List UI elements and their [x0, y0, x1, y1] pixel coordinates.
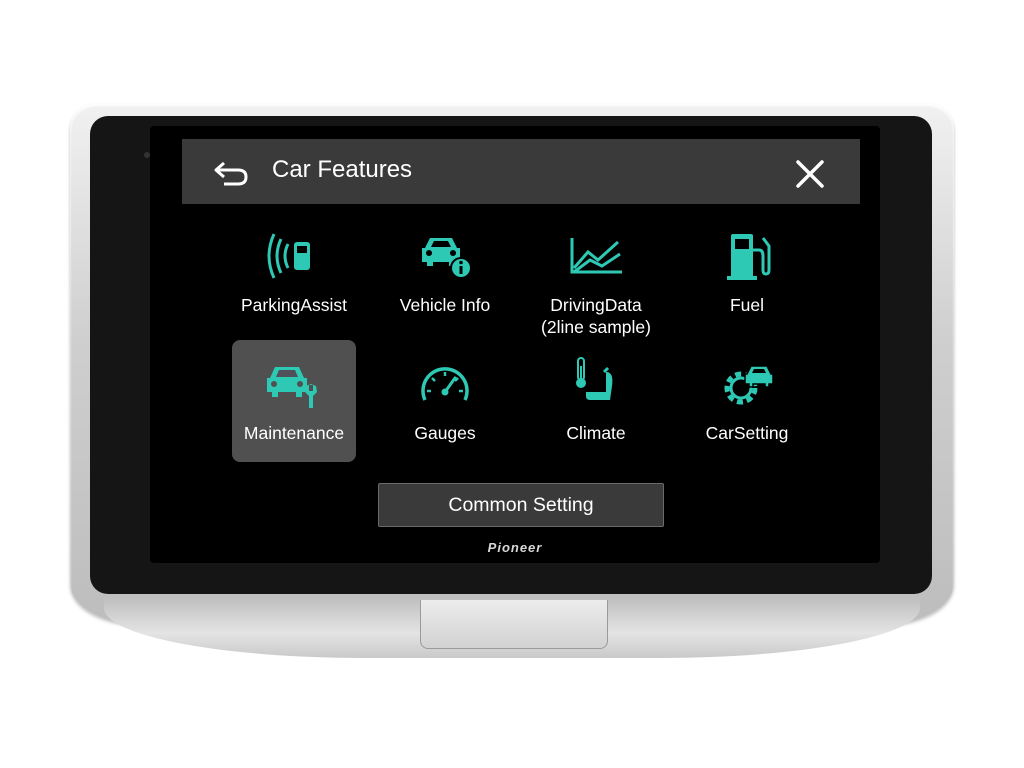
touch-screen: Car Features ParkingAssist Vehicle Info [150, 126, 880, 563]
tile-car-setting[interactable]: CarSetting [685, 340, 809, 462]
car-setting-icon [724, 365, 774, 405]
header-bar: Car Features [182, 139, 860, 204]
tile-gauges[interactable]: Gauges [383, 340, 507, 462]
tile-label-line2: (2line sample) [541, 317, 651, 337]
tile-label: Vehicle Info [399, 295, 491, 315]
parking-assist-icon [267, 233, 310, 279]
tile-vehicle-info[interactable]: Vehicle Info [383, 212, 507, 334]
fuel-pump-icon [727, 234, 771, 280]
tile-label-line1: DrivingData [550, 295, 642, 315]
close-icon[interactable] [792, 157, 828, 191]
maintenance-icon [267, 367, 317, 408]
tile-label: Gauges [414, 423, 476, 443]
tile-driving-data[interactable]: DrivingData (2line sample) [534, 212, 658, 337]
brand-logo: Pioneer [487, 540, 543, 555]
storage-tray[interactable] [420, 600, 608, 649]
tile-fuel[interactable]: Fuel [685, 212, 809, 334]
tile-label: CarSetting [705, 423, 789, 443]
gauge-icon [421, 367, 469, 401]
tile-maintenance[interactable]: Maintenance [232, 340, 356, 462]
back-arrow-icon[interactable] [212, 157, 252, 187]
tile-label: ParkingAssist [240, 295, 347, 315]
tile-parking-assist[interactable]: ParkingAssist [232, 212, 356, 334]
tile-label: Fuel [729, 295, 765, 315]
page-title: Car Features [272, 156, 413, 183]
tile-label: Maintenance [243, 423, 345, 443]
climate-seat-icon [576, 357, 613, 400]
tile-climate[interactable]: Climate [534, 340, 658, 462]
vehicle-info-icon [422, 238, 472, 279]
driving-data-icon [570, 238, 622, 274]
tile-label: Climate [566, 423, 626, 443]
tile-label: DrivingData (2line sample) [514, 294, 678, 338]
common-setting-button[interactable]: Common Setting [378, 483, 664, 527]
